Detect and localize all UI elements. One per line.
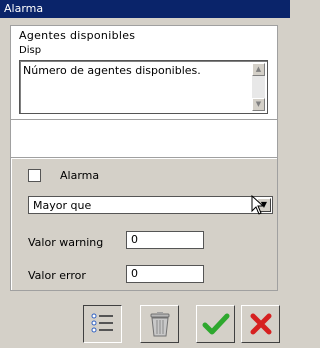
scroll-up-icon[interactable]: ▲ (252, 63, 265, 76)
error-label: Valor error (28, 269, 86, 282)
alarm-checkbox[interactable] (28, 169, 41, 182)
empty-panel (10, 119, 278, 161)
agent-info-panel: Agentes disponibles Disp Número de agent… (10, 25, 278, 127)
alarm-checkbox-label: Alarma (60, 169, 100, 182)
warning-input[interactable]: 0 (126, 231, 204, 249)
description-text: Número de agentes disponibles. (23, 64, 201, 77)
agent-title: Agentes disponibles (19, 29, 136, 42)
agent-subtitle: Disp (19, 45, 42, 56)
cross-icon (250, 313, 272, 335)
check-icon (202, 313, 230, 335)
alarm-dialog: Agentes disponibles Disp Número de agent… (0, 18, 290, 348)
list-button[interactable] (83, 305, 122, 343)
error-input[interactable]: 0 (126, 265, 204, 283)
description-textarea[interactable]: Número de agentes disponibles. ▲ ▼ (19, 60, 268, 114)
list-icon (91, 313, 113, 333)
warning-label: Valor warning (28, 236, 104, 249)
trash-icon (150, 312, 170, 337)
cancel-button[interactable] (241, 305, 280, 343)
description-scrollbar[interactable]: ▲ ▼ (252, 63, 265, 111)
delete-button[interactable] (140, 305, 179, 343)
comparison-value: Mayor que (33, 199, 92, 212)
mouse-cursor-icon (251, 195, 265, 215)
title-bar[interactable]: Alarma (0, 0, 290, 18)
accept-button[interactable] (196, 305, 235, 343)
alarm-settings-panel: Alarma Mayor que ▼ Valor warning 0 Valor… (10, 157, 278, 291)
window-title: Alarma (4, 2, 44, 15)
scroll-down-icon[interactable]: ▼ (252, 98, 265, 111)
comparison-select[interactable]: Mayor que ▼ (28, 196, 273, 214)
